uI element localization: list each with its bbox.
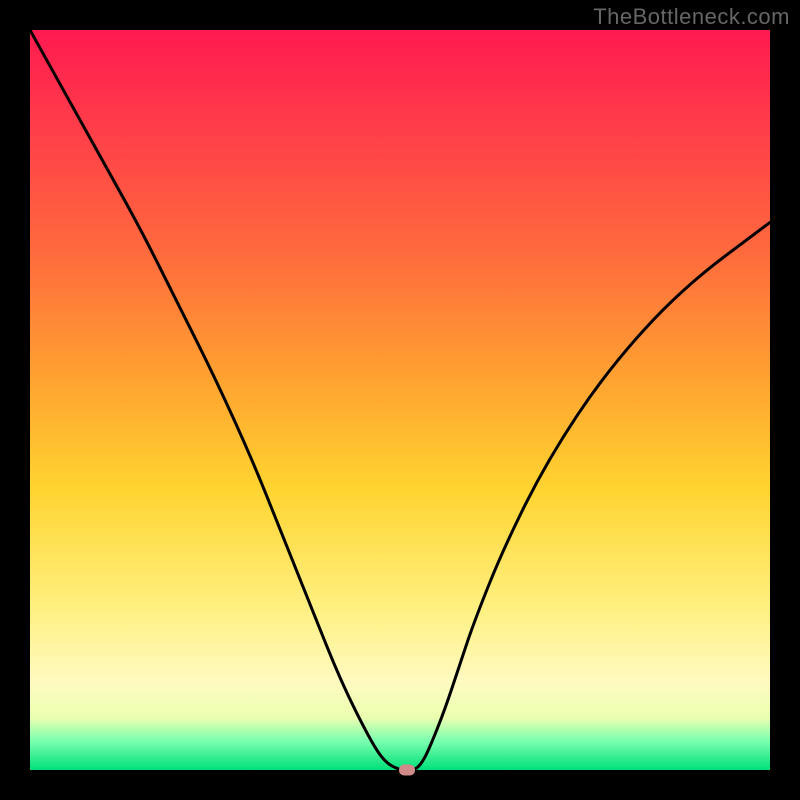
minimum-marker: [399, 765, 415, 776]
chart-frame: TheBottleneck.com: [0, 0, 800, 800]
plot-area: [30, 30, 770, 770]
bottleneck-curve: [30, 30, 770, 770]
watermark-text: TheBottleneck.com: [593, 4, 790, 30]
